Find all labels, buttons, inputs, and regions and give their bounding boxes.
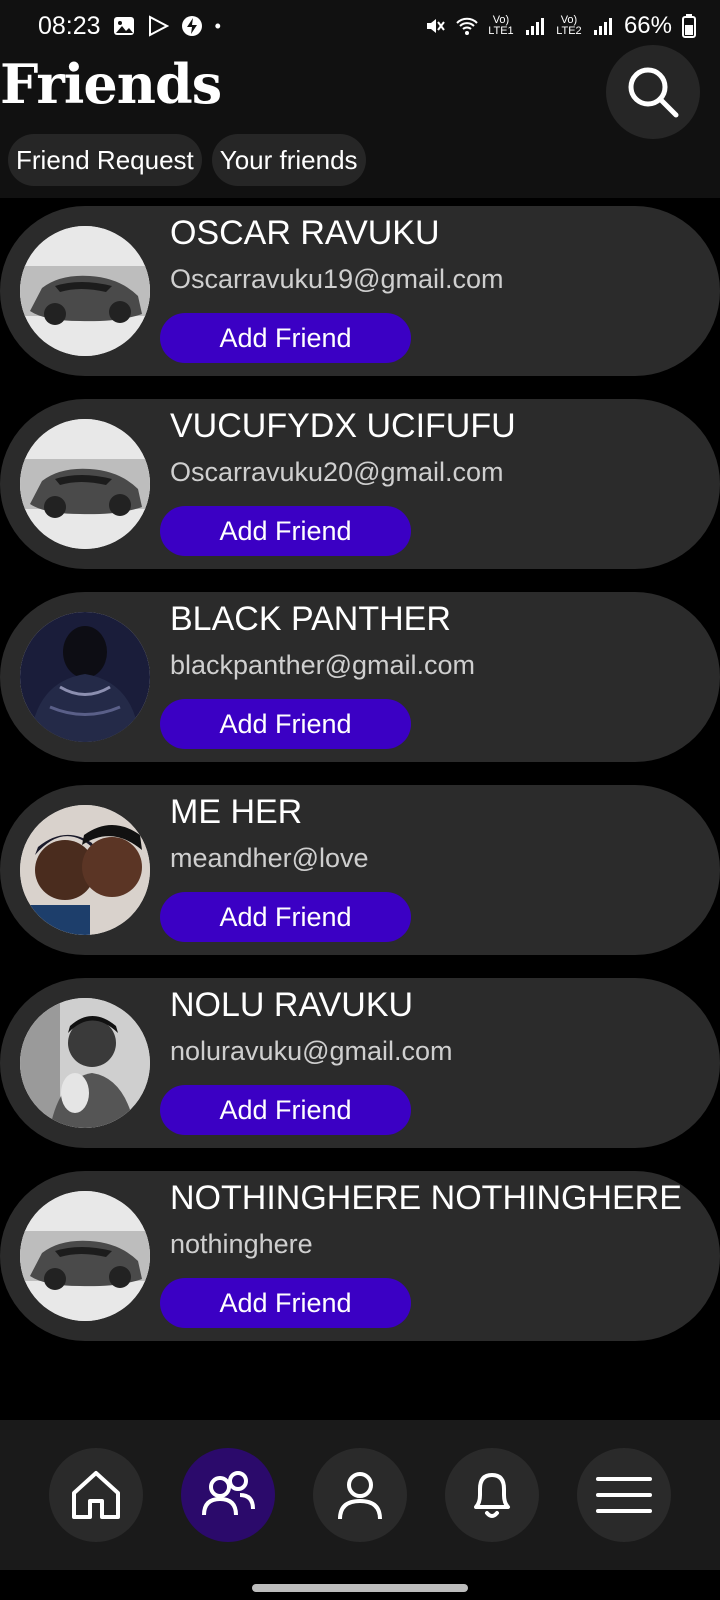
signal-icon xyxy=(593,18,612,35)
add-friend-button[interactable]: Add Friend xyxy=(160,506,411,556)
friend-email: nothinghere xyxy=(170,1229,313,1259)
friend-email: Oscarravuku19@gmail.com xyxy=(170,264,504,294)
dot-icon: • xyxy=(214,15,221,36)
panther-avatar-image xyxy=(20,612,150,742)
avatar xyxy=(20,419,150,549)
tab-friend-request[interactable]: Friend Request xyxy=(8,134,202,186)
friend-card: NOTHINGHERE NOTHINGHERE nothinghere Add … xyxy=(0,1171,720,1341)
friend-name: NOLU RAVUKU xyxy=(170,986,414,1024)
friend-card: VUCUFYDX UCIFUFU Oscarravuku20@gmail.com… xyxy=(0,399,720,569)
nav-home[interactable] xyxy=(49,1448,143,1542)
friend-card: ME HER meandher@love Add Friend xyxy=(0,785,720,955)
friends-icon xyxy=(202,1471,255,1516)
nav-menu[interactable] xyxy=(577,1448,671,1542)
avatar xyxy=(20,1191,150,1321)
home-icon xyxy=(72,1471,120,1519)
status-time: 08:23 xyxy=(38,11,101,40)
add-friend-button[interactable]: Add Friend xyxy=(160,313,411,363)
bolt-icon xyxy=(181,16,202,36)
friend-name: OSCAR RAVUKU xyxy=(170,214,440,252)
friend-email: meandher@love xyxy=(170,843,369,873)
battery-icon xyxy=(682,14,696,38)
car-avatar-image xyxy=(20,419,150,549)
status-bar: 08:23 • Vo) LTE1 Vo) LTE2 66% xyxy=(0,0,720,52)
nav-friends[interactable] xyxy=(181,1448,275,1542)
search-icon xyxy=(628,67,679,118)
home-indicator[interactable] xyxy=(252,1584,468,1592)
friend-card: NOLU RAVUKU noluravuku@gmail.com Add Fri… xyxy=(0,978,720,1148)
profile-icon xyxy=(338,1472,382,1520)
friend-name: VUCUFYDX UCIFUFU xyxy=(170,407,516,445)
search-button[interactable] xyxy=(606,45,700,139)
portrait-avatar-image xyxy=(20,998,150,1128)
tab-bar: Friend Request Your friends xyxy=(8,134,366,186)
add-friend-button[interactable]: Add Friend xyxy=(160,892,411,942)
car-avatar-image xyxy=(20,226,150,356)
friend-card: BLACK PANTHER blackpanther@gmail.com Add… xyxy=(0,592,720,762)
friend-card: OSCAR RAVUKU Oscarravuku19@gmail.com Add… xyxy=(0,206,720,376)
lte2-label: Vo) LTE2 xyxy=(556,14,582,37)
lte1-label: Vo) LTE1 xyxy=(488,14,514,37)
nav-notifications[interactable] xyxy=(445,1448,539,1542)
battery-percent: 66% xyxy=(623,12,672,39)
add-friend-button[interactable]: Add Friend xyxy=(160,1085,411,1135)
add-friend-button[interactable]: Add Friend xyxy=(160,1278,411,1328)
tab-your-friends[interactable]: Your friends xyxy=(211,134,366,186)
friend-email: blackpanther@gmail.com xyxy=(170,650,476,680)
page-title: Friends xyxy=(0,52,222,116)
friend-email: noluravuku@gmail.com xyxy=(170,1036,453,1066)
avatar xyxy=(20,226,150,356)
car-avatar-image xyxy=(20,1191,150,1321)
avatar xyxy=(20,998,150,1128)
mute-icon xyxy=(426,19,445,33)
menu-icon xyxy=(596,1477,652,1513)
gallery-icon xyxy=(113,17,134,35)
avatar xyxy=(20,612,150,742)
bell-icon xyxy=(474,1473,510,1518)
friend-name: NOTHINGHERE NOTHINGHERE xyxy=(170,1179,682,1217)
nav-profile[interactable] xyxy=(313,1448,407,1542)
add-friend-button[interactable]: Add Friend xyxy=(160,699,411,749)
friend-email: Oscarravuku20@gmail.com xyxy=(170,457,504,487)
friend-name: BLACK PANTHER xyxy=(170,600,451,638)
signal-icon xyxy=(525,18,544,35)
avatar xyxy=(20,805,150,935)
friend-name: ME HER xyxy=(170,793,303,831)
couple-avatar-image xyxy=(20,805,150,935)
bottom-nav xyxy=(0,1420,720,1570)
wifi-icon xyxy=(456,17,478,35)
play-store-icon xyxy=(148,15,169,37)
